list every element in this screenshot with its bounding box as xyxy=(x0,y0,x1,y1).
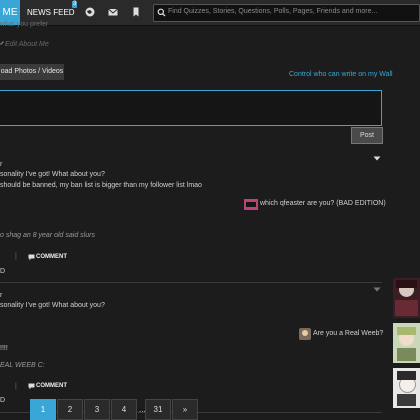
side-thumbnail[interactable] xyxy=(393,323,420,363)
feed-item-text: sonality I've got! What about you? xyxy=(0,302,105,309)
comment-icon xyxy=(28,383,35,390)
side-thumbnail[interactable] xyxy=(393,368,420,408)
comment-icon xyxy=(28,254,35,261)
bookmark-icon[interactable] xyxy=(130,6,142,18)
feed-divider xyxy=(0,282,382,283)
search-box[interactable]: Find Quizzes, Stories, Questions, Polls,… xyxy=(153,4,420,22)
feed-comment-text: EAL WEEB C: xyxy=(0,362,45,369)
feed-comment-text: o shag an 8 year old said slurs xyxy=(0,232,95,239)
quiz-result-thumbnail[interactable] xyxy=(244,199,258,210)
page-button-1[interactable]: 1 xyxy=(30,399,56,420)
chevron-down-icon[interactable] xyxy=(373,287,381,292)
page-button-3[interactable]: 3 xyxy=(84,399,110,420)
side-thumbnail[interactable] xyxy=(393,278,420,318)
next-page-button[interactable]: » xyxy=(172,399,198,420)
post-button[interactable]: Post xyxy=(351,127,383,144)
mail-icon[interactable] xyxy=(107,6,119,18)
feed-item-author[interactable]: r xyxy=(0,292,2,299)
separator: | xyxy=(15,253,17,260)
quiz-result-link[interactable]: which qfeaster are you? (BAD EDITION) xyxy=(260,200,386,207)
wall-prompt-text: what you prefer xyxy=(0,21,49,28)
feed-item-footer: D xyxy=(0,397,6,404)
upload-photos-button[interactable]: oad Photos / Videos xyxy=(0,64,64,80)
feed-item-text: sonality I've got! What about you? xyxy=(0,171,105,178)
wall-post-textarea[interactable] xyxy=(0,90,382,126)
edit-about-link[interactable]: Edit About Me xyxy=(5,41,49,48)
comment-button[interactable]: COMMENT xyxy=(36,383,67,389)
quiz-result-thumbnail[interactable] xyxy=(299,328,311,340)
separator: | xyxy=(15,383,17,390)
page-button-2[interactable]: 2 xyxy=(57,399,83,420)
feed-item-text: should be banned, my ban list is bigger … xyxy=(0,182,202,189)
feed-item-author[interactable]: r xyxy=(0,161,2,168)
page-button-4[interactable]: 4 xyxy=(111,399,137,420)
top-navigation-bar: ME NEWS FEED 3 Find Quizzes, Stories, Qu… xyxy=(0,0,420,26)
feed-item-text: !!!! xyxy=(0,345,8,352)
page-button-31[interactable]: 31 xyxy=(145,399,171,420)
comment-button[interactable]: COMMENT xyxy=(36,254,67,260)
chevron-down-icon[interactable] xyxy=(373,156,381,161)
search-icon xyxy=(157,8,166,17)
feed-item-footer: D xyxy=(0,268,6,275)
quiz-result-link[interactable]: Are you a Real Weeb? xyxy=(313,330,383,337)
news-feed-badge: 3 xyxy=(72,1,78,8)
globe-icon[interactable] xyxy=(84,6,96,18)
control-wall-link[interactable]: Control who can write on my Wall xyxy=(289,71,393,78)
page-ellipsis: ... xyxy=(139,405,146,414)
search-input[interactable]: Find Quizzes, Stories, Questions, Polls,… xyxy=(168,8,377,15)
